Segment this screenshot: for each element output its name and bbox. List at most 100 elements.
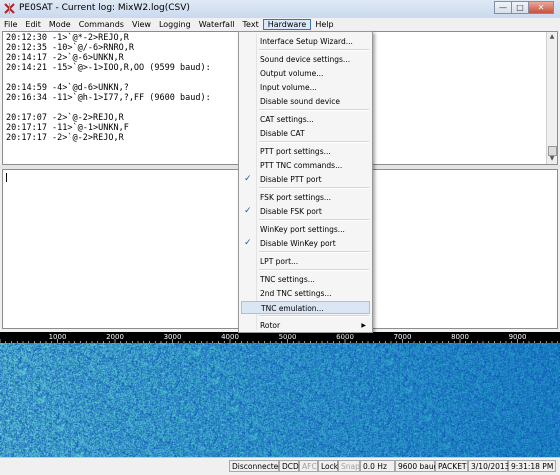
hardware-menu-item[interactable]: PTT port settings...	[241, 145, 370, 158]
checkmark-icon: ✓	[244, 238, 252, 248]
window-controls: — □ ✕	[494, 1, 554, 15]
menu-commands[interactable]: Commands	[75, 19, 128, 30]
rx-line: 20:14:17 -2>`@-6>UNKN,R	[6, 53, 124, 63]
waterfall-canvas[interactable]	[0, 343, 560, 457]
menu-logging[interactable]: Logging	[155, 19, 195, 30]
hardware-menu-item[interactable]: 2nd TNC settings...	[241, 287, 370, 300]
minimize-button[interactable]: —	[494, 1, 511, 14]
ruler-label: 7000	[393, 333, 412, 341]
hardware-menu-item[interactable]: Input volume...	[241, 81, 370, 94]
menu-item-label: Disable PTT port	[260, 175, 322, 184]
menu-separator	[259, 315, 369, 317]
ruler-label: 2000	[106, 333, 124, 341]
waterfall-display[interactable]	[0, 343, 560, 457]
menu-item-label: Disable CAT	[260, 129, 305, 138]
menu-separator	[259, 219, 369, 221]
hardware-menu-item[interactable]: LPT port...	[241, 255, 370, 268]
hardware-menu-item[interactable]: FSK port settings...	[241, 191, 370, 204]
menu-item-label: Input volume...	[260, 83, 317, 92]
rx-line: 20:12:30 -1>`@*-2>REJO,R	[6, 33, 129, 43]
status-dcd[interactable]: DCD	[279, 460, 299, 472]
scroll-up-icon[interactable]: ▲	[547, 32, 557, 42]
checkmark-icon: ✓	[244, 174, 252, 184]
menu-view[interactable]: View	[128, 19, 155, 30]
menu-item-label: WinKey port settings...	[260, 225, 345, 234]
hardware-menu-item[interactable]: WinKey port settings...	[241, 223, 370, 236]
rx-line: 20:12:35 -10>`@/-6>RNRO,R	[6, 43, 134, 53]
menu-separator	[259, 49, 369, 51]
rx-line: 20:14:21 -15>`@>-1>IOO,R,OO (9599 baud):	[6, 63, 211, 73]
status-baud[interactable]: 9600 baud	[395, 460, 438, 472]
status-connection: Disconnected	[229, 460, 283, 472]
menu-item-label: Disable FSK port	[260, 207, 322, 216]
status-date: 3/10/2013	[468, 460, 509, 472]
ruler-label: 6000	[336, 333, 354, 341]
menu-file[interactable]: File	[0, 19, 21, 30]
app-icon	[4, 3, 15, 14]
rx-line: 20:17:17 -11>`@-1>UNKN,F	[6, 123, 129, 133]
status-lock[interactable]: Lock	[318, 460, 338, 472]
ruler-label: 1000	[48, 333, 67, 341]
status-time: 9:31:18 PM	[508, 460, 556, 472]
menu-item-label: Disable WinKey port	[260, 239, 336, 248]
hardware-menu-item[interactable]: Disable CAT	[241, 127, 370, 140]
hardware-menu-item[interactable]: Rotor ▶	[241, 319, 370, 332]
rx-line: 20:16:34 -11>`@h-1>I77,?,FF (9600 baud):	[6, 93, 211, 103]
menu-item-label: 2nd TNC settings...	[260, 289, 332, 298]
close-button[interactable]: ✕	[528, 1, 554, 14]
menu-item-label: PTT port settings...	[260, 147, 331, 156]
rx-line: 20:17:17 -2>`@-2>REJO,R	[6, 133, 124, 143]
frequency-ruler[interactable]: 1000 2000 3000 4000 5000 6000 7000 8000 9000	[0, 332, 560, 343]
scroll-down-icon[interactable]: ▼	[547, 154, 557, 164]
menu-item-label: Sound device settings...	[260, 55, 351, 64]
hardware-menu-item[interactable]: Interface Setup Wizard...	[241, 35, 370, 48]
rx-line	[6, 73, 211, 83]
hardware-menu-item[interactable]: Sound device settings...	[241, 53, 370, 66]
hardware-menu-item[interactable]: Disable sound device	[241, 95, 370, 108]
hardware-menu-item[interactable]: ✓ Disable FSK port	[241, 205, 370, 218]
hardware-menu-item[interactable]: TNC settings...	[241, 273, 370, 286]
rx-line: 20:14:59 -4>`@d-6>UNKN,?	[6, 83, 129, 93]
menu-separator	[259, 109, 369, 111]
rx-line: 20:17:07 -2>`@-2>REJO,R	[6, 113, 124, 123]
menu-help[interactable]: Help	[311, 19, 337, 30]
title-bar: PE0SAT - Current log: MixW2.log(CSV) — □…	[0, 0, 560, 19]
status-snap[interactable]: Snap	[338, 460, 360, 472]
ruler-label: 8000	[451, 333, 469, 341]
menu-separator	[259, 187, 369, 189]
hardware-menu: Interface Setup Wizard... Sound device se…	[238, 31, 373, 333]
menu-bar: File Edit Mode Commands View Logging Wat…	[0, 18, 560, 31]
menu-text[interactable]: Text	[239, 19, 263, 30]
receive-scrollbar[interactable]: ▲ ▼	[546, 32, 557, 164]
hardware-menu-item[interactable]: CAT settings...	[241, 113, 370, 126]
hardware-menu-item[interactable]: ✓ Disable PTT port	[241, 173, 370, 186]
hardware-menu-item[interactable]: TNC emulation...	[241, 301, 370, 314]
menu-separator	[259, 251, 369, 253]
menu-separator	[259, 141, 369, 143]
menu-mode[interactable]: Mode	[45, 19, 75, 30]
menu-item-label: Output volume...	[260, 69, 324, 78]
ruler-label: 5000	[278, 333, 297, 341]
menu-item-label: LPT port...	[260, 257, 299, 266]
status-bar: Disconnected DCD AFC Lock Snap 0.0 Hz 96…	[0, 457, 560, 475]
menu-item-label: PTT TNC commands...	[260, 161, 343, 170]
hardware-menu-item[interactable]: PTT TNC commands...	[241, 159, 370, 172]
menu-hardware[interactable]: Hardware	[262, 19, 312, 30]
hardware-menu-item[interactable]: Output volume...	[241, 67, 370, 80]
receive-text-lines: 20:12:30 -1>`@*-2>REJO,R 20:12:35 -10>`@/…	[6, 33, 211, 143]
status-mode[interactable]: PACKET	[435, 460, 468, 472]
menu-waterfall[interactable]: Waterfall	[195, 19, 239, 30]
hardware-menu-item[interactable]: ✓ Disable WinKey port	[241, 237, 370, 250]
submenu-arrow-icon: ▶	[361, 322, 366, 329]
menu-item-label: FSK port settings...	[260, 193, 332, 202]
ruler-label: 3000	[163, 333, 182, 341]
menu-edit[interactable]: Edit	[21, 19, 45, 30]
rx-line	[6, 103, 211, 113]
menu-item-label: TNC settings...	[260, 275, 315, 284]
maximize-button[interactable]: □	[511, 1, 528, 14]
status-afc[interactable]: AFC	[299, 460, 318, 472]
window-title: PE0SAT - Current log: MixW2.log(CSV)	[19, 3, 190, 13]
ruler-label: 9000	[508, 333, 527, 341]
menu-item-label: Rotor	[260, 321, 281, 330]
ruler-label: 4000	[221, 333, 239, 341]
